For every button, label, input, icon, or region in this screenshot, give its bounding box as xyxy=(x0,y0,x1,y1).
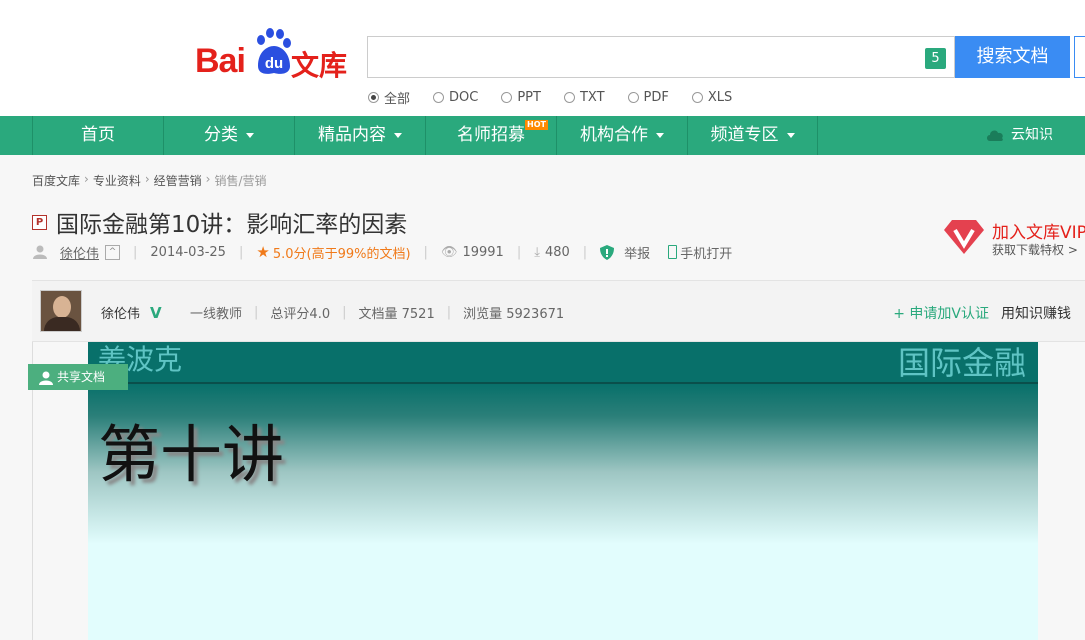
author-link[interactable]: 徐伦伟 xyxy=(60,243,99,262)
star-icon: ★ xyxy=(256,243,270,261)
ppt-file-icon: P xyxy=(32,214,47,230)
main-nav: 首页 分类 精品内容 名师招募 HOT 机构合作 频道专区 xyxy=(0,116,1085,155)
rating: 5.0分 xyxy=(272,246,307,262)
nav-teachers[interactable]: 名师招募 HOT xyxy=(425,116,556,155)
user-icon xyxy=(39,371,53,385)
chevron-right-icon: › xyxy=(144,172,150,186)
breadcrumb-item[interactable]: 专业资料 xyxy=(93,172,141,189)
logo-du: du xyxy=(265,55,283,72)
chevron-down-icon xyxy=(246,132,254,138)
filter-doc[interactable]: DOC xyxy=(433,88,478,106)
logo-wenku: 文库 xyxy=(291,49,348,82)
radio-icon xyxy=(691,91,703,103)
chevron-right-icon: › xyxy=(84,172,89,186)
doc-meta: 徐伦伟 ^ | 2014-03-25 | ★ 5.0分 (高于99%的文档) |… xyxy=(32,242,732,262)
nav-category[interactable]: 分类 xyxy=(163,116,294,155)
breadcrumb-item[interactable]: 销售/营销 xyxy=(214,172,266,189)
nav-premium[interactable]: 精品内容 xyxy=(294,116,425,155)
user-icon xyxy=(33,245,47,259)
earn-link[interactable]: 用知识赚钱 xyxy=(1001,303,1071,323)
nav-home[interactable]: 首页 xyxy=(32,116,163,155)
phone-icon xyxy=(668,245,678,259)
verified-v-icon: V xyxy=(150,303,162,322)
filter-pdf[interactable]: PDF xyxy=(627,88,669,106)
divider: | xyxy=(446,305,452,320)
author-bar: 徐伦伟 V | 一线教师 | 总评分4.0 | 文档量 7521 | 浏览量 5… xyxy=(32,280,1085,342)
upload-date: 2014-03-25 xyxy=(150,244,226,260)
radio-icon xyxy=(563,91,575,103)
author-info: 徐伦伟 V | 一线教师 | 总评分4.0 | 文档量 7521 | 浏览量 5… xyxy=(101,303,565,323)
author-name[interactable]: 徐伦伟 xyxy=(101,303,140,322)
chevron-right-icon: › xyxy=(205,172,211,186)
page-heading: 第十讲 xyxy=(98,418,285,491)
divider: | xyxy=(174,305,178,320)
avatar[interactable] xyxy=(40,290,82,332)
filter-xls[interactable]: XLS xyxy=(691,88,732,106)
download-count: 480 xyxy=(544,244,570,260)
search-count-badge: 5 xyxy=(925,48,946,69)
download-icon: ⤓ xyxy=(534,244,540,260)
filter-txt[interactable]: TXT xyxy=(563,88,605,106)
chevron-down-icon xyxy=(394,132,402,138)
filter-all[interactable]: 全部 xyxy=(368,88,410,107)
report-link[interactable]: 举报 xyxy=(624,243,650,262)
search-edge xyxy=(1074,36,1085,78)
divider: | xyxy=(582,244,588,260)
apply-v-link[interactable]: + 申请加V认证 xyxy=(893,303,989,323)
diamond-icon xyxy=(944,220,984,254)
divider: | xyxy=(238,244,244,260)
search-input[interactable]: 5 xyxy=(367,36,955,78)
divider: | xyxy=(516,244,522,260)
author-actions: + 申请加V认证 用知识赚钱 xyxy=(893,303,1071,323)
filter-ppt[interactable]: PPT xyxy=(501,88,541,106)
baidu-wenku-logo[interactable]: Bai du 文库 xyxy=(195,28,350,82)
page-header-band: 姜波克 国际金融 xyxy=(88,342,1038,382)
vip-title: 加入文库VIP xyxy=(992,223,1085,243)
radio-icon xyxy=(433,91,445,103)
divider: | xyxy=(133,244,138,260)
file-type-filter: 全部 DOC PPT TXT PDF XLS xyxy=(368,88,755,107)
rating-note: (高于99%的文档) xyxy=(306,246,411,262)
hot-badge: HOT xyxy=(525,120,548,130)
divider: | xyxy=(254,305,259,320)
view-count: 19991 xyxy=(462,244,504,260)
paw-icon: du xyxy=(257,28,291,74)
breadcrumb-item[interactable]: 百度文库 xyxy=(32,172,80,189)
author-score: 总评分4.0 xyxy=(270,307,331,322)
page-title: 国际金融第10讲：影响汇率的因素 xyxy=(56,212,408,238)
breadcrumb-item[interactable]: 经管营销 xyxy=(154,172,202,189)
vip-subtitle: 获取下载特权 > xyxy=(992,243,1078,257)
cloud-knowledge-link[interactable]: 云知识 xyxy=(985,116,1053,155)
radio-icon xyxy=(501,91,513,103)
nav-institutions[interactable]: 机构合作 xyxy=(556,116,687,155)
cloud-icon xyxy=(987,130,1003,141)
chevron-down-icon xyxy=(656,132,664,138)
divider: | xyxy=(342,305,347,320)
eye-icon: 👁 xyxy=(440,244,458,260)
author-role: 一线教师 xyxy=(190,307,243,322)
page-course: 国际金融 xyxy=(897,344,1026,382)
document-page: 姜波克 国际金融 第十讲 xyxy=(88,342,1038,640)
author-doc-count: 文档量 7521 xyxy=(358,307,435,322)
author-view-count: 浏览量 5923671 xyxy=(463,307,565,322)
breadcrumb: 百度文库 › 专业资料 › 经管营销 › 销售/营销 xyxy=(32,172,271,189)
radio-icon xyxy=(627,91,639,103)
expand-icon[interactable]: ^ xyxy=(105,244,121,260)
shield-icon xyxy=(600,244,615,260)
chevron-down-icon xyxy=(786,132,795,138)
share-doc-tag[interactable]: 共享文档 xyxy=(28,364,128,390)
divider: | xyxy=(423,244,428,260)
doc-title-row: P 国际金融第10讲：影响汇率的因素 xyxy=(32,205,407,239)
mobile-open-link[interactable]: 手机打开 xyxy=(680,243,732,262)
radio-icon xyxy=(368,91,379,103)
search-button[interactable]: 搜索文档 xyxy=(955,36,1070,78)
nav-channels[interactable]: 频道专区 xyxy=(687,116,818,155)
logo-bai: Bai xyxy=(195,42,246,80)
